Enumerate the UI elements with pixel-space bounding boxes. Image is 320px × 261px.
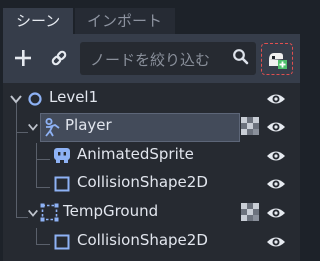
eye-visible-icon[interactable] [266,91,286,107]
instance-child-scene-button[interactable] [47,46,71,70]
search-icon [232,48,250,70]
chevron-down-icon[interactable] [27,121,39,133]
node2d-circle-icon [28,92,42,106]
filter-nodes-input[interactable]: ノードを絞り込む [80,42,256,75]
kinematic-body-icon [45,118,60,137]
tree-row-collisionshape2d[interactable]: CollisionShape2D [3,170,300,198]
filter-placeholder: ノードを絞り込む [90,51,211,69]
collision-shape-icon [54,176,70,192]
chevron-down-icon[interactable] [27,207,39,219]
node-label: CollisionShape2D [77,173,208,191]
tree-row-animatedsprite[interactable]: AnimatedSprite [3,142,300,170]
eye-visible-icon[interactable] [266,176,286,192]
scene-instance-icon[interactable] [241,203,259,221]
scene-tree: Level1 Player AnimatedSprite CollisionSh… [3,83,300,261]
node-label: Level1 [49,88,99,106]
link-icon [51,50,67,66]
node-label: CollisionShape2D [77,231,208,249]
eye-visible-icon[interactable] [266,119,286,135]
tab-import[interactable]: インポート [75,8,175,34]
node-label: AnimatedSprite [77,145,194,163]
tree-row-player[interactable]: Player [3,113,300,142]
eye-visible-icon[interactable] [266,205,286,221]
chevron-down-icon[interactable] [9,92,23,106]
tree-row-level1[interactable]: Level1 [3,85,300,113]
node-label: TempGround [63,202,159,220]
add-node-button[interactable] [11,46,35,70]
dock-tab-bar: シーン インポート [0,0,300,34]
tree-row-collisionshape2d[interactable]: CollisionShape2D [3,228,300,256]
node-label: Player [65,116,112,134]
animated-sprite-icon [54,148,70,163]
instance-scene-button[interactable] [261,43,293,75]
tree-row-tempground[interactable]: TempGround [3,199,300,227]
collision-shape-icon [54,234,70,250]
static-body-icon [40,203,59,222]
plus-icon [15,50,31,66]
instance-scene-icon [269,53,287,69]
scene-instance-icon[interactable] [241,117,259,135]
eye-visible-icon[interactable] [266,148,286,164]
tab-scene[interactable]: シーン [3,8,73,34]
eye-visible-icon[interactable] [266,234,286,250]
